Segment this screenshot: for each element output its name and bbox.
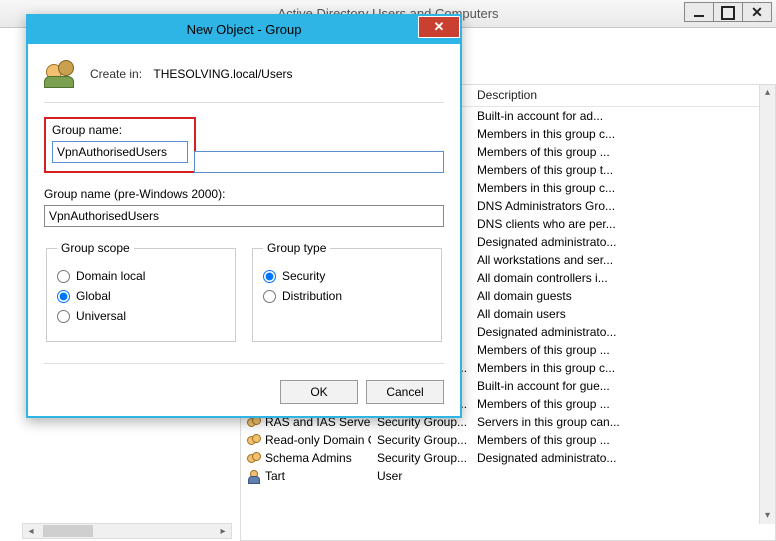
scope-domain-local-label: Domain local [76, 269, 145, 283]
user-icon [247, 470, 261, 482]
type-distribution-label: Distribution [282, 289, 342, 303]
type-security-radio[interactable] [263, 270, 276, 283]
row-type: Security Group... [371, 431, 471, 449]
group-name-highlight: Group name: [44, 117, 196, 173]
type-distribution-radio[interactable] [263, 290, 276, 303]
row-description: Members of this group t... [471, 161, 759, 179]
tree-horizontal-scrollbar[interactable]: ◂ ▸ [22, 523, 232, 539]
row-description: All domain guests [471, 287, 759, 305]
row-type: Security Group... [371, 449, 471, 467]
divider [44, 363, 444, 364]
row-description: All workstations and ser... [471, 251, 759, 269]
group-scope-legend: Group scope [57, 241, 134, 255]
type-distribution[interactable]: Distribution [263, 289, 431, 303]
row-name: Tart [265, 467, 285, 485]
scope-global[interactable]: Global [57, 289, 225, 303]
row-description: Members in this group c... [471, 359, 759, 377]
divider [44, 102, 444, 103]
group-name-input[interactable] [52, 141, 188, 163]
type-security-label: Security [282, 269, 325, 283]
scope-domain-local-radio[interactable] [57, 270, 70, 283]
row-description: DNS clients who are per... [471, 215, 759, 233]
group-name-pre2000-input[interactable] [44, 205, 444, 227]
row-description: Servers in this group can... [471, 413, 759, 431]
row-description: All domain users [471, 305, 759, 323]
row-description: Members of this group ... [471, 395, 759, 413]
dialog-close-button[interactable]: ✕ [418, 16, 460, 38]
scroll-up-icon[interactable]: ▴ [760, 85, 775, 101]
row-description: Designated administrato... [471, 233, 759, 251]
row-description: Members of this group ... [471, 143, 759, 161]
row-description: Members of this group ... [471, 431, 759, 449]
row-description: Members in this group c... [471, 125, 759, 143]
scope-universal-radio[interactable] [57, 310, 70, 323]
row-description: Built-in account for ad... [471, 107, 759, 125]
row-type: User [371, 467, 471, 485]
group-type-legend: Group type [263, 241, 330, 255]
dialog-titlebar[interactable]: New Object - Group ✕ [28, 16, 460, 44]
group-name-label: Group name: [52, 123, 188, 137]
row-description: DNS Administrators Gro... [471, 197, 759, 215]
row-description [471, 467, 759, 485]
group-type-fieldset: Group type Security Distribution [252, 241, 442, 342]
group-scope-fieldset: Group scope Domain local Global Universa… [46, 241, 236, 342]
scope-global-radio[interactable] [57, 290, 70, 303]
scope-universal[interactable]: Universal [57, 309, 225, 323]
scrollbar-thumb[interactable] [43, 525, 93, 537]
table-row[interactable]: Read-only Domain ControllersSecurity Gro… [241, 431, 759, 449]
row-description: Members in this group c... [471, 179, 759, 197]
scope-global-label: Global [76, 289, 111, 303]
column-header-description[interactable]: Description [471, 85, 775, 106]
parent-close-button[interactable]: ✕ [742, 2, 772, 22]
group-name-pre2000-label: Group name (pre-Windows 2000): [44, 187, 444, 201]
group-name-input-ext[interactable] [194, 151, 444, 173]
row-description: Members of this group ... [471, 341, 759, 359]
table-row[interactable]: Tart User [241, 467, 759, 485]
group-icon [247, 434, 261, 446]
create-in-label: Create in: [90, 67, 142, 81]
ok-button[interactable]: OK [280, 380, 358, 404]
group-icon [44, 58, 76, 90]
row-description: Designated administrato... [471, 323, 759, 341]
cancel-button[interactable]: Cancel [366, 380, 444, 404]
group-icon [247, 452, 261, 464]
parent-minimize-button[interactable] [684, 2, 714, 22]
scroll-right-icon[interactable]: ▸ [215, 526, 231, 537]
row-description: Designated administrato... [471, 449, 759, 467]
scroll-left-icon[interactable]: ◂ [23, 526, 39, 537]
vertical-scrollbar[interactable]: ▴ ▾ [759, 85, 775, 524]
new-object-group-dialog: New Object - Group ✕ Create in: THESOLVI… [26, 14, 462, 418]
dialog-title: New Object - Group [187, 22, 302, 37]
table-row[interactable]: Schema Admins Security Group...Designated… [241, 449, 759, 467]
scope-domain-local[interactable]: Domain local [57, 269, 225, 283]
type-security[interactable]: Security [263, 269, 431, 283]
row-description: All domain controllers i... [471, 269, 759, 287]
scroll-down-icon[interactable]: ▾ [760, 508, 775, 524]
row-description: Built-in account for gue... [471, 377, 759, 395]
create-in-path: THESOLVING.local/Users [153, 67, 292, 81]
parent-maximize-button[interactable] [713, 2, 743, 22]
row-name: Read-only Domain Controllers [265, 431, 371, 449]
scope-universal-label: Universal [76, 309, 126, 323]
row-name: Schema Admins [265, 449, 352, 467]
